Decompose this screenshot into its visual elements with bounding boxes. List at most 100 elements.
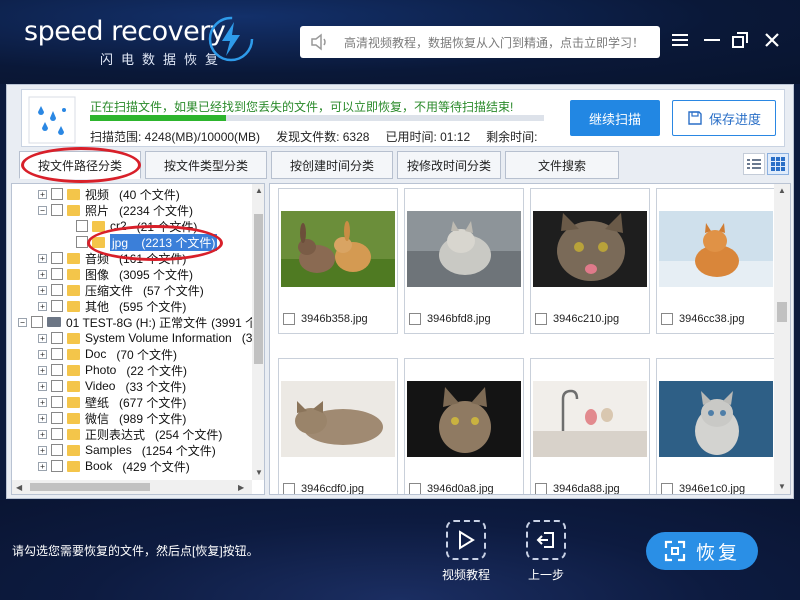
- checkbox[interactable]: [51, 460, 63, 472]
- file-card[interactable]: 3946bfd8.jpg: [404, 188, 524, 334]
- expand-icon[interactable]: +: [38, 461, 47, 471]
- scroll-down-icon[interactable]: ▼: [255, 468, 263, 477]
- tree-item[interactable]: + 压缩文件 (57 个文件): [38, 282, 204, 298]
- expand-icon[interactable]: +: [38, 333, 47, 343]
- checkbox[interactable]: [535, 313, 547, 325]
- tree-item[interactable]: + System Volume Information (3: [38, 330, 252, 346]
- expand-icon[interactable]: +: [38, 269, 47, 279]
- checkbox[interactable]: [409, 313, 421, 325]
- checkbox[interactable]: [661, 313, 673, 325]
- checkbox[interactable]: [51, 284, 63, 296]
- scroll-thumb[interactable]: [254, 214, 263, 364]
- continue-scan-button[interactable]: 继续扫描: [570, 100, 660, 136]
- list-view-icon[interactable]: [743, 153, 765, 175]
- expand-icon[interactable]: +: [38, 301, 47, 311]
- tab-file-search[interactable]: 文件搜索: [505, 151, 619, 179]
- checkbox[interactable]: [51, 204, 63, 216]
- menu-icon[interactable]: [668, 28, 692, 52]
- save-progress-button[interactable]: 保存进度: [672, 100, 776, 136]
- scroll-right-icon[interactable]: ▶: [238, 483, 244, 492]
- expand-icon[interactable]: +: [38, 365, 47, 375]
- file-caption: 3946cc38.jpg: [661, 313, 744, 325]
- file-card[interactable]: 3946cc38.jpg: [656, 188, 776, 334]
- folder-icon: [67, 188, 80, 200]
- checkbox[interactable]: [661, 483, 673, 494]
- tab-by-type[interactable]: 按文件类型分类: [145, 151, 267, 179]
- checkbox[interactable]: [51, 428, 63, 440]
- expand-icon[interactable]: +: [38, 285, 47, 295]
- maximize-icon[interactable]: [728, 28, 752, 52]
- checkbox[interactable]: [51, 444, 63, 456]
- tree-item[interactable]: + 其他 (595 个文件): [38, 298, 186, 314]
- checkbox[interactable]: [51, 412, 63, 424]
- tree-item[interactable]: + Photo (22 个文件): [38, 362, 187, 378]
- expand-icon[interactable]: +: [38, 413, 47, 423]
- expand-icon[interactable]: +: [38, 397, 47, 407]
- tree-item[interactable]: + Book (429 个文件): [38, 458, 190, 474]
- checkbox[interactable]: [51, 332, 63, 344]
- tree-item[interactable]: + 图像 (3095 个文件): [38, 266, 193, 282]
- tree-item-count: (57 个文件): [143, 283, 204, 298]
- tree-item[interactable]: + 壁纸 (677 个文件): [38, 394, 186, 410]
- scroll-thumb[interactable]: [777, 302, 787, 322]
- checkbox[interactable]: [51, 380, 63, 392]
- tree-item[interactable]: + Video (33 个文件): [38, 378, 186, 394]
- checkbox[interactable]: [51, 252, 63, 264]
- checkbox[interactable]: [51, 348, 63, 360]
- minimize-icon[interactable]: [700, 28, 724, 52]
- expand-icon[interactable]: +: [38, 445, 47, 455]
- tree-item[interactable]: + 正则表达式 (254 个文件): [38, 426, 222, 442]
- file-name: 3946b358.jpg: [301, 313, 368, 325]
- checkbox[interactable]: [51, 268, 63, 280]
- file-card[interactable]: 3946b358.jpg: [278, 188, 398, 334]
- tree-item[interactable]: + 视频 (40 个文件): [38, 186, 180, 202]
- collapse-icon[interactable]: −: [18, 317, 27, 327]
- tree-horizontal-scrollbar[interactable]: ◀ ▶: [12, 480, 252, 494]
- scroll-thumb[interactable]: [30, 483, 150, 491]
- checkbox[interactable]: [31, 316, 43, 328]
- expand-icon[interactable]: +: [38, 349, 47, 359]
- file-card[interactable]: 3946d0a8.jpg: [404, 358, 524, 494]
- checkbox[interactable]: [409, 483, 421, 494]
- recover-button[interactable]: 恢复: [646, 532, 758, 570]
- checkbox[interactable]: [51, 364, 63, 376]
- scroll-left-icon[interactable]: ◀: [16, 483, 22, 492]
- tree-item[interactable]: + Samples (1254 个文件): [38, 442, 216, 458]
- expand-icon[interactable]: +: [38, 253, 47, 263]
- file-card[interactable]: 3946cdf0.jpg: [278, 358, 398, 494]
- grid-view-icon[interactable]: [767, 153, 789, 175]
- prev-step-button[interactable]: 上一步: [516, 520, 576, 583]
- checkbox[interactable]: [283, 483, 295, 494]
- video-tutorial-button[interactable]: 视频教程: [436, 520, 496, 583]
- file-card[interactable]: 3946e1c0.jpg: [656, 358, 776, 494]
- tab-by-modified[interactable]: 按修改时间分类: [397, 151, 501, 179]
- expand-icon[interactable]: +: [38, 381, 47, 391]
- tree-vertical-scrollbar[interactable]: ▲ ▼: [252, 184, 264, 480]
- tree-item-drive[interactable]: − 01 TEST-8G (H:) 正常文件 (3991 个: [18, 314, 257, 330]
- footer-bar: 请勾选您需要恢复的文件，然后点[恢复]按钮。 视频教程 上一步 恢复: [0, 500, 800, 600]
- tree-item[interactable]: + Doc (70 个文件): [38, 346, 177, 362]
- checkbox[interactable]: [76, 220, 88, 232]
- checkbox[interactable]: [535, 483, 547, 494]
- checkbox[interactable]: [51, 188, 63, 200]
- tutorial-banner-input[interactable]: 高清视频教程，数据恢复从入门到精通，点击立即学习！: [300, 26, 660, 58]
- file-card[interactable]: 3946c210.jpg: [530, 188, 650, 334]
- file-card[interactable]: 3946da88.jpg: [530, 358, 650, 494]
- tree-item-label: Video: [85, 379, 116, 393]
- close-icon[interactable]: [760, 28, 784, 52]
- grid-vertical-scrollbar[interactable]: ▲ ▼: [774, 184, 790, 494]
- checkbox[interactable]: [283, 313, 295, 325]
- tree-item[interactable]: − 照片 (2234 个文件): [38, 202, 193, 218]
- scroll-up-icon[interactable]: ▲: [778, 186, 786, 195]
- folder-icon: [67, 204, 80, 216]
- kitten-thumbnail: [659, 381, 773, 457]
- tab-by-created[interactable]: 按创建时间分类: [271, 151, 393, 179]
- expand-icon[interactable]: +: [38, 429, 47, 439]
- scroll-down-icon[interactable]: ▼: [778, 482, 786, 491]
- checkbox[interactable]: [51, 300, 63, 312]
- scroll-up-icon[interactable]: ▲: [255, 186, 263, 195]
- checkbox[interactable]: [51, 396, 63, 408]
- tree-item[interactable]: + 微信 (989 个文件): [38, 410, 186, 426]
- collapse-icon[interactable]: −: [38, 205, 47, 215]
- expand-icon[interactable]: +: [38, 189, 47, 199]
